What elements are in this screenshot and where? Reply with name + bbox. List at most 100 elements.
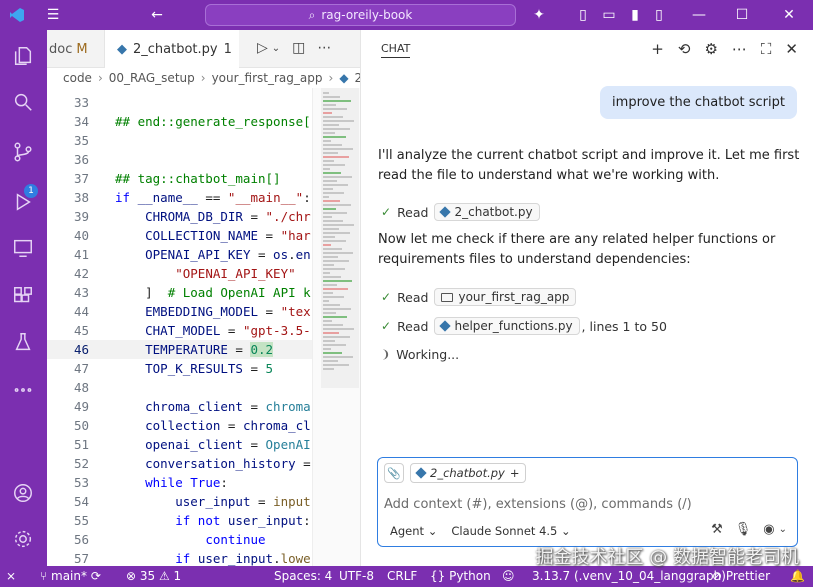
new-chat-icon[interactable]: + — [651, 40, 664, 58]
folder-chip[interactable]: your_first_rag_app — [434, 288, 577, 306]
line-number: 55 — [73, 513, 89, 528]
remote-explorer-icon[interactable] — [11, 236, 35, 260]
code-line[interactable]: 38 if __name__ == "__main__": — [47, 188, 312, 207]
testing-icon[interactable] — [11, 330, 35, 354]
code-line[interactable]: 51 openai_client = OpenAI — [47, 435, 312, 454]
settings-gear-icon[interactable] — [11, 527, 35, 551]
extensions-icon[interactable] — [11, 284, 35, 308]
minimap-line — [323, 108, 347, 110]
agent-mode-dropdown[interactable]: Agent ⌄ — [390, 524, 437, 538]
line-code: user_input = input — [175, 494, 311, 509]
notifications-icon[interactable]: 🔔 — [790, 569, 805, 583]
code-line[interactable]: 46 TEMPERATURE = 0.2 — [47, 340, 312, 359]
chevron-down-icon[interactable]: ⌄ — [272, 43, 280, 56]
close-icon[interactable]: ✕ — [780, 6, 798, 24]
more-icon[interactable]: ⋯ — [732, 40, 747, 58]
prettier-status[interactable]: ⊘ Prettier — [712, 569, 770, 583]
layout-panel-icon[interactable]: ▭ — [600, 6, 618, 24]
chat-title[interactable]: CHAT — [381, 42, 411, 58]
code-line[interactable]: 49 chroma_client = chroma — [47, 397, 312, 416]
maximize-icon[interactable]: ☐ — [733, 6, 751, 24]
source-control-icon[interactable] — [11, 140, 35, 164]
minimize-icon[interactable]: — — [690, 6, 708, 24]
language-status[interactable]: {} Python — [430, 569, 491, 583]
minimap[interactable] — [312, 88, 360, 566]
problems-status[interactable]: ⊗ 35 ⚠ 1 — [126, 569, 181, 583]
code-line[interactable]: 41 OPENAI_API_KEY = os.en — [47, 245, 312, 264]
close-icon[interactable]: ✕ — [785, 40, 798, 58]
minimap-line — [323, 132, 335, 134]
code-line[interactable]: 35 — [47, 131, 312, 150]
code-line[interactable]: 55 if not user_input: — [47, 511, 312, 530]
line-code: if not user_input: — [175, 513, 311, 528]
code-line[interactable]: 36 — [47, 150, 312, 169]
copilot-icon[interactable]: ✦ — [530, 6, 548, 24]
code-line[interactable]: 40 COLLECTION_NAME = "har — [47, 226, 312, 245]
menu-icon[interactable]: ☰ — [44, 6, 62, 24]
history-icon[interactable]: ⟲ — [678, 40, 691, 58]
line-number: 35 — [73, 133, 89, 148]
explorer-icon[interactable] — [11, 44, 35, 68]
run-debug-icon[interactable] — [11, 190, 35, 214]
back-icon[interactable]: ← — [148, 6, 166, 24]
branch-status[interactable]: ⑂ main* ⟳ — [40, 569, 101, 583]
more-icon[interactable] — [11, 378, 35, 402]
code-line[interactable]: 47 TOP_K_RESULTS = 5 — [47, 359, 312, 378]
code-line[interactable]: 42 "OPENAI_API_KEY" — [47, 264, 312, 283]
code-line[interactable]: 37 ## tag::chatbot_main[] — [47, 169, 312, 188]
tab-doc[interactable]: doc M — [47, 30, 105, 68]
line-number: 49 — [73, 399, 89, 414]
chevron-down-icon[interactable]: ⌄ — [779, 524, 787, 535]
code-line[interactable]: 43 ] # Load OpenAI API k — [47, 283, 312, 302]
indentation-status[interactable]: Spaces: 4 — [274, 569, 332, 583]
layout-customize-icon[interactable]: ▯ — [650, 6, 668, 24]
copilot-status-icon[interactable]: ☺ — [502, 569, 515, 583]
run-icon[interactable]: ▷ — [257, 40, 268, 56]
code-line[interactable]: 50 collection = chroma_cl — [47, 416, 312, 435]
code-line[interactable]: 57 if user_input.lowe — [47, 549, 312, 566]
send-icon[interactable]: ◉ — [763, 522, 774, 537]
maximize-icon[interactable]: ⛶ — [761, 40, 772, 58]
breadcrumb-item[interactable]: 00_RAG_setup — [109, 71, 195, 85]
breadcrumb-item[interactable]: code — [63, 71, 92, 85]
layout-secondary-icon[interactable]: ▮ — [626, 6, 644, 24]
attach-icon[interactable]: 📎 — [384, 463, 404, 483]
breadcrumb-item[interactable]: your_first_rag_app — [212, 71, 323, 85]
tab-2-chatbot-py[interactable]: ◆ 2_chatbot.py 1 — [105, 30, 239, 68]
file-chip[interactable]: 2_chatbot.py — [434, 203, 540, 221]
remote-icon[interactable]: ⨯ — [6, 569, 16, 583]
tools-icon[interactable]: ⚒ — [711, 522, 723, 537]
eol-status[interactable]: CRLF — [387, 569, 417, 583]
code-line[interactable]: 56 continue — [47, 530, 312, 549]
minimap-line — [323, 248, 342, 250]
code-editor[interactable]: 33 34 ## end::generate_response[]3536 37 ## … — [47, 88, 312, 566]
code-line[interactable]: 48 — [47, 378, 312, 397]
more-actions-icon[interactable]: ⋯ — [317, 40, 331, 56]
code-line[interactable]: 39 CHROMA_DB_DIR = "./chr — [47, 207, 312, 226]
add-context-icon[interactable]: + — [510, 466, 520, 480]
microphone-icon[interactable]: 🎙 — [735, 522, 752, 537]
file-chip[interactable]: helper_functions.py — [434, 317, 580, 335]
interpreter-status[interactable]: 3.13.7 (.venv_10_04_langgraph) — [532, 569, 726, 583]
working-label: Working... — [396, 347, 460, 362]
chat-input[interactable] — [384, 494, 789, 514]
code-line[interactable]: 45 CHAT_MODEL = "gpt-3.5- — [47, 321, 312, 340]
settings-icon[interactable]: ⚙ — [704, 40, 717, 58]
code-line[interactable]: 53 while True: — [47, 473, 312, 492]
layout-sidebar-icon[interactable]: ▯ — [574, 6, 592, 24]
context-chip[interactable]: 2_chatbot.py + — [410, 463, 527, 483]
problem-count: 1 — [223, 41, 232, 57]
encoding-status[interactable]: UTF-8 — [339, 569, 374, 583]
code-line[interactable]: 44 EMBEDDING_MODEL = "tex — [47, 302, 312, 321]
code-line[interactable]: 34 ## end::generate_response[] — [47, 112, 312, 131]
code-line[interactable]: 33 — [47, 93, 312, 112]
account-icon[interactable] — [11, 481, 35, 505]
model-dropdown[interactable]: Claude Sonnet 4.5 ⌄ — [451, 524, 570, 538]
command-center-search[interactable]: ⌕ rag-oreily-book — [205, 4, 516, 26]
minimap-line — [323, 136, 346, 138]
split-editor-icon[interactable]: ◫ — [292, 40, 305, 56]
search-icon[interactable] — [11, 90, 35, 114]
context-chip-label: 2_chatbot.py — [430, 466, 505, 480]
code-line[interactable]: 52 conversation_history = — [47, 454, 312, 473]
code-line[interactable]: 54 user_input = input — [47, 492, 312, 511]
